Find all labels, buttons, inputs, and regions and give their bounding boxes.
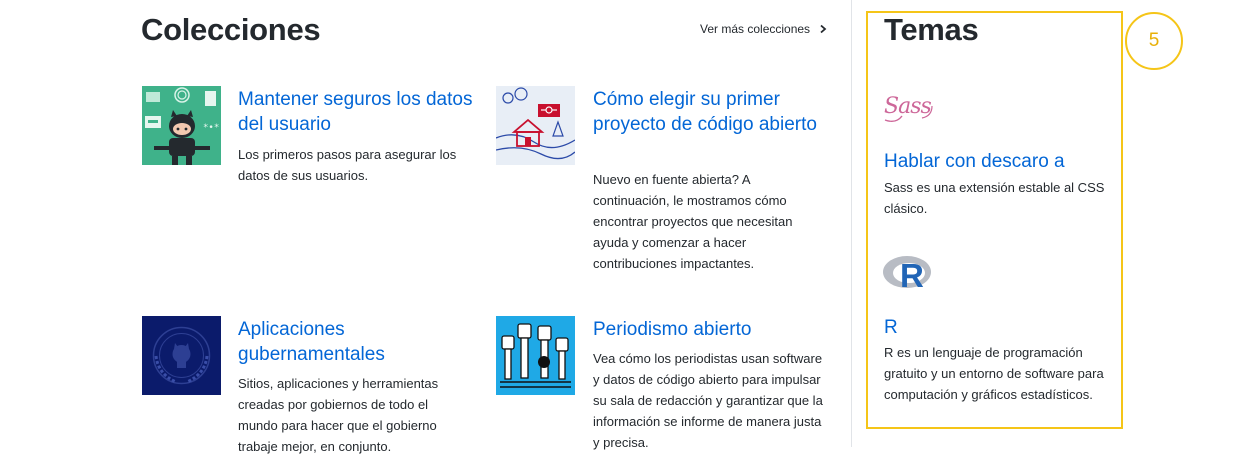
security-collection-image[interactable]: *•* (142, 86, 221, 165)
raised-fists-icon (500, 323, 571, 388)
octocat-security-icon: *•* (145, 87, 219, 165)
collection-description-government: Sitios, aplicaciones y herramientas crea… (238, 376, 439, 454)
collection-title-security[interactable]: Mantener seguros los datos del usuario (238, 87, 478, 137)
collection-title-journalism[interactable]: Periodismo abierto (593, 317, 823, 342)
collection-description-first-project: Nuevo en fuente abierta? A continuación,… (593, 172, 793, 271)
laurel-octocat-icon (152, 326, 211, 385)
more-collections-label: Ver más colecciones (700, 22, 811, 36)
government-collection-image[interactable] (142, 316, 221, 395)
collection-description-journalism: Vea cómo los periodistas usan software y… (593, 351, 823, 450)
column-divider (851, 0, 852, 447)
journalism-collection-image[interactable] (496, 316, 575, 395)
collection-title-first-project[interactable]: Cómo elegir su primer proyecto de código… (593, 87, 823, 137)
svg-text:*•*: *•* (203, 123, 219, 133)
annotation-badge: 5 (1125, 12, 1183, 70)
chevron-right-icon (820, 24, 827, 34)
first-project-collection-image[interactable] (496, 86, 575, 165)
house-map-icon (496, 87, 575, 160)
collections-heading: Colecciones (141, 12, 321, 47)
highlight-box (866, 11, 1123, 429)
collection-title-government[interactable]: Aplicaciones gubernamentales (238, 317, 438, 367)
more-collections-link[interactable]: Ver más colecciones (700, 22, 828, 36)
collection-description-security: Los primeros pasos para asegurar los dat… (238, 147, 457, 183)
